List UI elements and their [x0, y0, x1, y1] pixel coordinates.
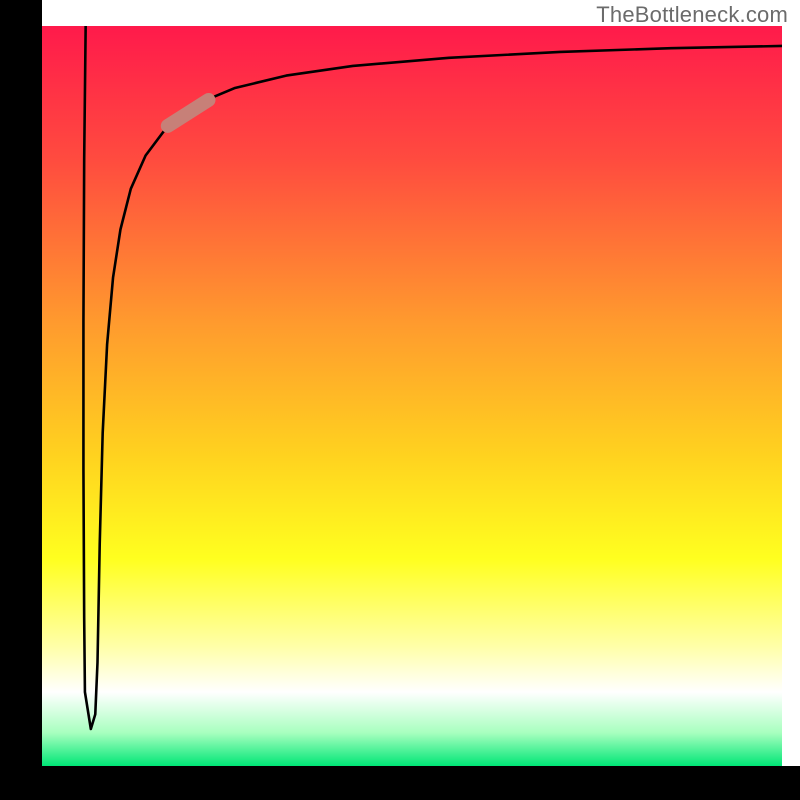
plot-background — [42, 26, 782, 766]
chart-container: TheBottleneck.com — [0, 0, 800, 800]
chart-svg — [0, 0, 800, 800]
watermark-text: TheBottleneck.com — [596, 2, 788, 28]
